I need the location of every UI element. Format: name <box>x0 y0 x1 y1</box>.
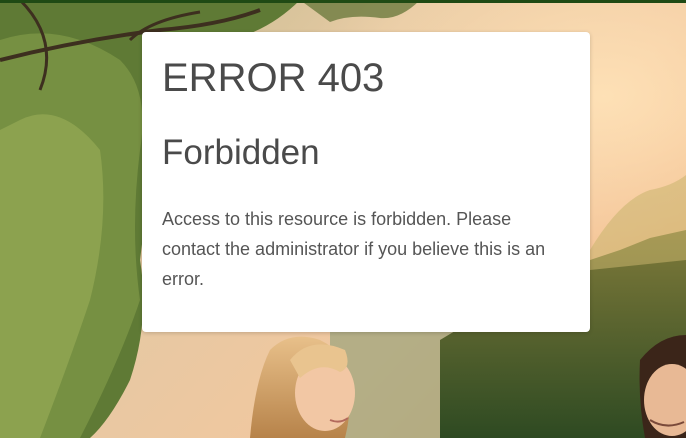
top-accent-bar <box>0 0 686 3</box>
error-page: ERROR 403 Forbidden Access to this resou… <box>0 0 686 438</box>
error-code-heading: ERROR 403 <box>162 56 385 100</box>
error-title: Forbidden <box>162 133 320 172</box>
error-message: Access to this resource is forbidden. Pl… <box>162 209 546 289</box>
error-card: ERROR 403 Forbidden Access to this resou… <box>142 32 590 332</box>
